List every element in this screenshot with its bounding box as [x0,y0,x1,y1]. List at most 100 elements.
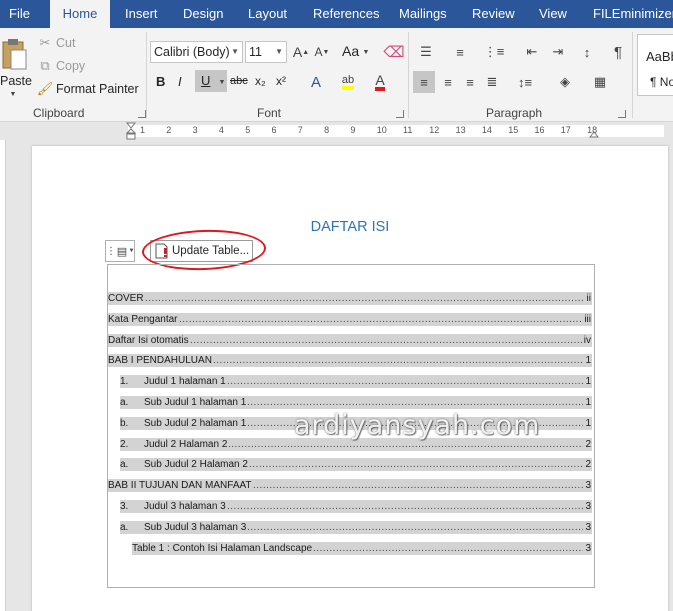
toc-entry[interactable]: a. Sub Judul 2 Halaman 2.................… [120,458,592,472]
copy-button[interactable]: ⧉ Copy [37,58,97,76]
font-group-label: Font [257,106,282,120]
paragraph-launcher-icon[interactable] [618,110,626,118]
ruler-text-area [128,125,664,137]
indent-marker-icon[interactable] [126,122,136,140]
cut-button[interactable]: ✂ Cut [37,35,97,53]
chevron-down-icon[interactable]: ▼ [128,247,135,255]
tab-fileminimizer[interactable]: FILEminimizer [593,0,673,28]
clear-formatting-icon[interactable]: ⌫ [383,42,404,62]
ribbon-tab-bar: File Home Insert Design Layout Reference… [0,0,673,28]
horizontal-ruler[interactable]: 1 2 3 4 5 6 7 8 9 10 11 12 13 14 15 16 17 18 [0,122,673,140]
toc-entry-label: BAB II TUJUAN DAN MANFAAT [108,480,252,492]
borders-icon[interactable]: ▦ [586,71,614,93]
justify-icon[interactable]: ≣ [481,71,503,93]
toc-entry-page: 3 [584,500,591,513]
toc-entry-label: Sub Judul 2 halaman 1 [144,417,247,429]
multilevel-list-icon[interactable]: ⋮≡ [482,42,506,62]
bold-button[interactable]: B [156,74,165,89]
decrease-indent-icon[interactable]: ⇤ [522,42,542,62]
highlight-icon[interactable]: ab [336,72,360,92]
ribbon-home: Paste ▼ ✂ Cut ⧉ Copy 🖌 Format Painter Cl… [0,28,673,122]
toc-entry[interactable]: Daftar Isi otomatis.....................… [108,333,592,347]
toc-entry[interactable]: a. Sub Judul 1 halaman 1.................… [120,396,592,409]
toc-leader-dots: ........................................… [249,459,583,471]
shrink-font-icon[interactable]: A ▼ [313,42,331,62]
increase-indent-icon[interactable]: ⇥ [548,42,568,62]
ruler-number: 7 [297,125,303,135]
toc-entry[interactable]: a. Sub Judul 3 halaman 3.................… [120,520,592,534]
toc-entry-number: b. [120,417,129,429]
toc-entry[interactable]: Kata Pengantar..........................… [108,312,592,326]
chevron-down-icon: ▼ [218,78,226,86]
group-divider [146,32,147,118]
bullets-icon[interactable]: ☰ [414,42,438,62]
word-window: File Home Insert Design Layout Reference… [0,0,673,611]
font-name-combo[interactable]: Calibri (Body) ▼ [150,41,243,63]
format-painter-label: Format Painter [56,82,139,96]
shading-icon[interactable]: ◈ [551,71,579,93]
drag-handle-icon[interactable]: ⋮ [106,244,116,258]
italic-button[interactable]: I [178,74,182,89]
tab-mailings[interactable]: Mailings [399,0,447,28]
document-page[interactable]: DAFTAR ISI ⋮ ▤ ▼ Update Table... COVER..… [32,146,668,611]
toc-title: DAFTAR ISI [310,219,390,235]
text-effects-icon[interactable]: A [304,72,328,92]
clipboard-group-label: Clipboard [33,106,85,120]
ruler-number: 9 [350,125,356,135]
pilcrow-icon[interactable]: ¶ [608,42,628,62]
toc-entry[interactable]: 1. Judul 1 halaman 1.....................… [120,375,592,389]
align-center-icon[interactable]: ≡ [437,71,459,93]
format-painter-button[interactable]: 🖌 Format Painter [37,81,139,99]
tab-references[interactable]: References [313,0,379,28]
change-case-button[interactable]: Aa ▼ [340,42,370,62]
toc-entry-label: Judul 1 halaman 1 [144,376,226,388]
toc-entry-label: Sub Judul 2 Halaman 2 [144,459,248,471]
ruler-number: 2 [166,125,172,135]
tab-review[interactable]: Review [472,0,515,28]
document-icon[interactable]: ▤ [116,244,128,258]
toc-entry[interactable]: COVER...................................… [108,292,592,305]
font-launcher-icon[interactable] [396,110,404,118]
align-left-icon[interactable]: ≡ [413,71,435,93]
toc-entry-label: BAB I PENDAHULUAN [108,355,212,367]
ruler-number: 17 [560,125,571,135]
style-normal[interactable]: AaBb ¶ No [637,34,673,96]
toc-entry[interactable]: 3. Judul 3 halaman 3.....................… [120,500,592,513]
group-divider [632,32,633,118]
paste-button[interactable]: Paste ▼ [0,32,32,100]
strikethrough-button[interactable]: abc [230,75,248,87]
scissors-icon: ✂ [39,35,51,50]
grow-font-icon[interactable]: A ▲ [292,42,310,62]
tab-insert[interactable]: Insert [125,0,158,28]
tab-home[interactable]: Home [50,0,110,28]
tab-layout[interactable]: Layout [248,0,287,28]
tab-design[interactable]: Design [183,0,223,28]
toc-control-handle[interactable]: ⋮ ▤ ▼ [105,240,135,262]
watermark: ardiyansyah.com [294,410,541,441]
toc-entry[interactable]: BAB I PENDAHULUAN.......................… [108,354,592,368]
toc-entry[interactable]: BAB II TUJUAN DAN MANFAAT...............… [108,479,592,493]
toc-leader-dots: ........................................… [247,521,583,533]
align-right-icon[interactable]: ≡ [459,71,481,93]
tab-view[interactable]: View [539,0,567,28]
change-case-label: Aa [342,43,360,59]
toc-entry-number: a. [120,459,129,471]
paste-label: Paste [0,74,32,88]
toc-entry-label: Judul 2 Halaman 2 [144,438,228,450]
superscript-button[interactable]: x² [276,74,286,88]
ruler-number: 11 [403,125,413,135]
toc-entry-page: 1 [584,396,591,409]
toc-entry[interactable]: Table 1 : Contoh Isi Halaman Landscape..… [132,541,592,555]
font-color-icon[interactable]: A [369,72,391,92]
toc-entry-page: 3 [584,479,591,493]
subscript-button[interactable]: x₂ [255,74,266,88]
tab-file[interactable]: File [9,0,30,28]
toc-entry-page: 1 [584,375,591,389]
underline-button[interactable]: U ▼ [195,70,227,92]
toc-entry-number: 1. [120,376,129,388]
sort-icon[interactable]: ↕ [577,42,597,62]
font-size-combo[interactable]: 11 ▼ [245,41,287,63]
clipboard-launcher-icon[interactable] [138,110,146,118]
numbering-icon[interactable]: ≡ [448,42,472,62]
line-spacing-icon[interactable]: ↕≡ [511,71,539,93]
